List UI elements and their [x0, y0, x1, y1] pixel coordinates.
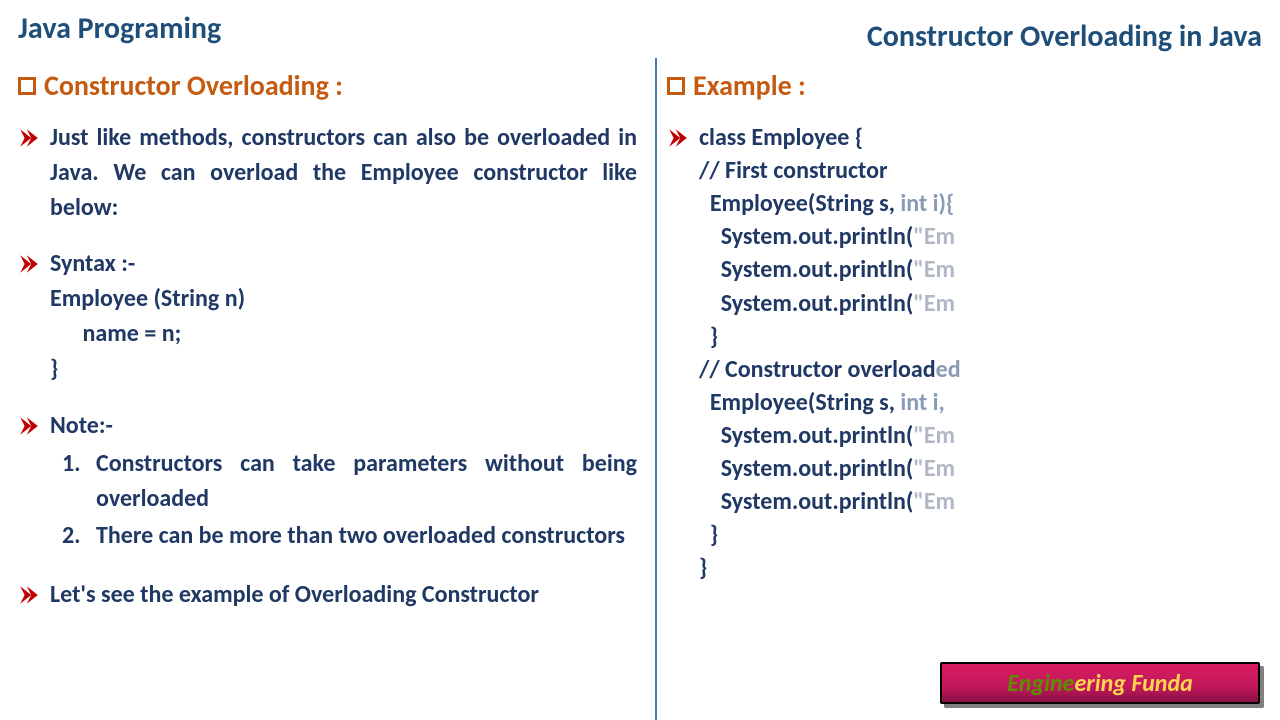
section-title-left-text: Constructor Overloading :	[44, 68, 343, 103]
square-bullet-icon	[667, 77, 685, 95]
code-line: // Constructor overloaded	[699, 355, 961, 384]
code-line: System.out.println("Em	[699, 421, 955, 450]
note-item: Constructors can take parameters without…	[86, 447, 637, 517]
page-title-right: Constructor Overloading in Java	[867, 18, 1262, 55]
chevron-right-icon	[18, 127, 40, 149]
content-area: Constructor Overloading : Just like meth…	[0, 58, 1280, 720]
chevron-right-icon	[667, 127, 689, 149]
list-item: Let's see the example of Overloading Con…	[18, 578, 637, 613]
section-title-right: Example :	[667, 68, 1262, 103]
paragraph-intro: Just like methods, constructors can also…	[50, 121, 637, 225]
footer-badge: Engineering Funda	[940, 662, 1260, 704]
footer-text-part2: ering Funda	[1074, 669, 1192, 698]
code-line: System.out.println("Em	[699, 487, 955, 516]
code-line: }	[699, 520, 718, 549]
paragraph-footer: Let's see the example of Overloading Con…	[50, 578, 637, 613]
left-column: Constructor Overloading : Just like meth…	[0, 58, 655, 720]
code-block: class Employee { // First constructor Em…	[699, 121, 961, 585]
section-title-left: Constructor Overloading :	[18, 68, 637, 103]
footer-text-part1: Engine	[1007, 669, 1074, 698]
list-item: class Employee { // First constructor Em…	[667, 121, 1262, 585]
right-column: Example : class Employee { // First cons…	[655, 58, 1280, 720]
code-line: }	[699, 553, 707, 582]
code-line: Employee(String s, int i){	[699, 189, 954, 218]
code-line: System.out.println("Em	[699, 222, 955, 251]
list-item: Just like methods, constructors can also…	[18, 121, 637, 225]
code-line: // First constructor	[699, 156, 888, 185]
note-list: Constructors can take parameters without…	[86, 447, 637, 553]
code-line: Employee(String s, int i,	[699, 388, 945, 417]
note-block: Note:- Constructors can take parameters …	[50, 409, 637, 556]
code-line: }	[699, 322, 718, 351]
syntax-line: name = n;	[50, 317, 637, 352]
chevron-right-icon	[18, 253, 40, 275]
list-item: Note:- Constructors can take parameters …	[18, 409, 637, 556]
code-area: class Employee { // First constructor Em…	[699, 121, 961, 585]
chevron-right-icon	[18, 415, 40, 437]
syntax-line: }	[50, 352, 637, 387]
list-item: Syntax :- Employee (String n) name = n; …	[18, 247, 637, 386]
square-bullet-icon	[18, 77, 36, 95]
chevron-right-icon	[18, 584, 40, 606]
code-line: System.out.println("Em	[699, 454, 955, 483]
note-item: There can be more than two overloaded co…	[86, 519, 637, 554]
note-label: Note:-	[50, 409, 637, 444]
page-title-left: Java Programing	[18, 10, 221, 47]
code-line: System.out.println("Em	[699, 255, 955, 284]
syntax-label: Syntax :-	[50, 247, 637, 282]
code-line: System.out.println("Em	[699, 289, 955, 318]
section-title-right-text: Example :	[693, 68, 806, 103]
syntax-block: Syntax :- Employee (String n) name = n; …	[50, 247, 637, 386]
code-line: class Employee {	[699, 123, 863, 152]
syntax-line: Employee (String n)	[50, 282, 637, 317]
